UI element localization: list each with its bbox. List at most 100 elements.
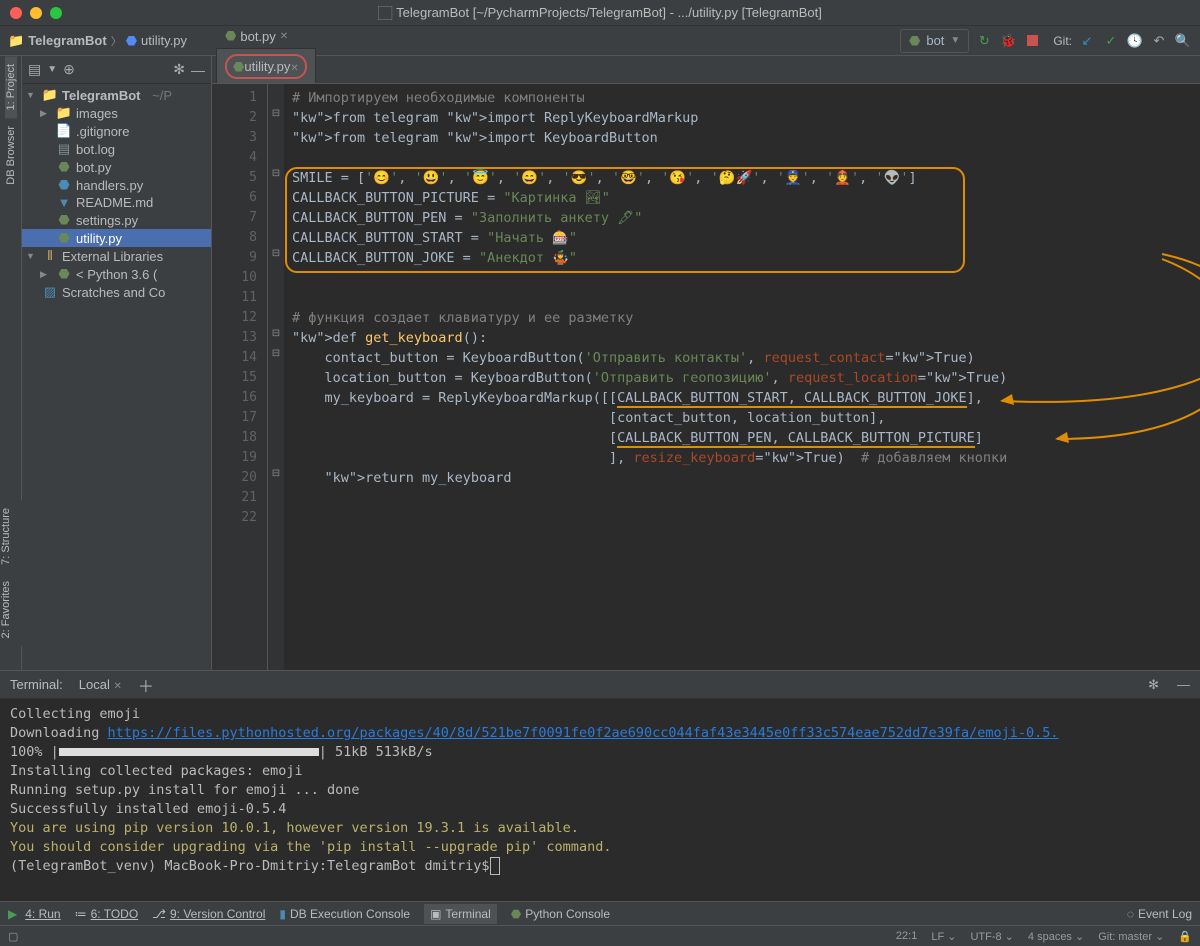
bottom-tool-bar: ▶​4: Run ≔ 6: TODO ⎇ 9: Version Control … xyxy=(0,901,1200,925)
tree-item-handlers-py[interactable]: ⬣handlers.py xyxy=(22,176,211,194)
cursor-position[interactable]: 22:1 xyxy=(896,930,917,943)
breadcrumb-project[interactable]: TelegramBot xyxy=(28,33,107,48)
chevron-down-icon: ▼ xyxy=(950,35,960,46)
terminal-line: You are using pip version 10.0.1, howeve… xyxy=(10,819,1190,838)
terminal-header: Terminal: Local ✕ ＋ ✻ — xyxy=(0,671,1200,699)
collapse-icon[interactable]: — xyxy=(191,62,205,78)
code-line[interactable]: "kw">return my_keyboard xyxy=(292,468,1192,488)
breadcrumb[interactable]: 📁 TelegramBot 〉 ⬣ utility.py xyxy=(8,33,187,49)
search-icon[interactable]: 🔍 xyxy=(1174,32,1192,50)
code-line[interactable] xyxy=(292,148,1192,168)
run-icon[interactable]: ↻ xyxy=(975,32,993,50)
close-icon[interactable]: ✕ xyxy=(280,31,288,42)
lock-readonly-icon[interactable]: 🔒 xyxy=(1178,930,1192,943)
code-line[interactable] xyxy=(292,268,1192,288)
terminal-line: Installing collected packages: emoji xyxy=(10,762,1190,781)
tool-windows-icon[interactable]: ▢ xyxy=(8,930,18,943)
terminal-title: Terminal: xyxy=(10,677,63,692)
event-log-button[interactable]: ◌ Event Log xyxy=(1127,907,1192,921)
tree-item-utility-py[interactable]: ⬣utility.py xyxy=(22,229,211,247)
terminal-tool-button[interactable]: ▣ Terminal xyxy=(424,904,497,924)
run-config-selector[interactable]: ⬣ bot ▼ xyxy=(900,29,969,53)
vcs-tool-button[interactable]: ⎇ 9: Version Control xyxy=(152,907,265,921)
fold-gutter[interactable]: ⊟⊟⊟⊟⊟⊟ xyxy=(268,84,284,670)
minimize-window-icon[interactable] xyxy=(30,7,42,19)
code-line[interactable]: # Импортируем необходимые компоненты xyxy=(292,88,1192,108)
terminal-body[interactable]: Collecting emoji Downloading https://fil… xyxy=(0,699,1200,882)
tree-item-images[interactable]: ▶📁images xyxy=(22,104,211,122)
close-icon[interactable]: ✕ xyxy=(290,63,298,74)
close-window-icon[interactable] xyxy=(10,7,22,19)
code-line[interactable]: "kw">from telegram "kw">import ReplyKeyb… xyxy=(292,108,1192,128)
scratches-node[interactable]: ▨Scratches and Co xyxy=(22,283,211,301)
project-tree[interactable]: ▼📁TelegramBot ~/P ▶📁images📄.gitignore▤bo… xyxy=(22,84,211,303)
run-config-label: bot xyxy=(926,33,944,48)
breadcrumb-file[interactable]: utility.py xyxy=(141,33,187,48)
gear-icon[interactable]: ✻ xyxy=(1148,677,1159,693)
python-sdk-node[interactable]: ▶⬣< Python 3.6 ( xyxy=(22,265,211,283)
code-line[interactable] xyxy=(292,288,1192,308)
db-browser-tool-button[interactable]: DB Browser xyxy=(5,118,17,193)
indent[interactable]: 4 spaces ⌄ xyxy=(1028,930,1084,943)
code-line[interactable] xyxy=(292,508,1192,528)
external-libraries-node[interactable]: ▼⫴External Libraries xyxy=(22,247,211,265)
terminal-prompt[interactable]: (TelegramBot_venv) MacBook-Pro-Dmitriy:T… xyxy=(10,857,1190,876)
tree-item-bot-log[interactable]: ▤bot.log xyxy=(22,140,211,158)
structure-tool-button[interactable]: 7: Structure xyxy=(0,500,12,573)
favorites-tool-button[interactable]: 2: Favorites xyxy=(0,573,12,646)
stop-icon[interactable] xyxy=(1023,32,1041,50)
tree-item-README-md[interactable]: ▼README.md xyxy=(22,194,211,211)
commit-icon[interactable]: ✓ xyxy=(1102,32,1120,50)
tree-item--gitignore[interactable]: 📄.gitignore xyxy=(22,122,211,140)
code-line[interactable]: ], resize_keyboard="kw">True) # добавляе… xyxy=(292,448,1192,468)
history-icon[interactable]: 🕓 xyxy=(1126,32,1144,50)
line-gutter[interactable]: 12345678910111213141516171819202122 xyxy=(212,84,268,670)
terminal-tab-local[interactable]: Local ✕ xyxy=(73,675,128,694)
project-tool-button[interactable]: 1: Project xyxy=(5,56,17,118)
add-terminal-button[interactable]: ＋ xyxy=(138,673,154,697)
tree-item-settings-py[interactable]: ⬣settings.py xyxy=(22,211,211,229)
gear-icon[interactable]: ✻ xyxy=(173,61,185,78)
code-line[interactable]: "kw">def get_keyboard(): xyxy=(292,328,1192,348)
code-line[interactable]: [contact_button, location_button], xyxy=(292,408,1192,428)
python-console-tool-button[interactable]: ⬣ Python Console xyxy=(511,907,610,921)
code-line[interactable]: location_button = KeyboardButton('Отправ… xyxy=(292,368,1192,388)
code-line[interactable]: CALLBACK_BUTTON_START = "Начать 🎰" xyxy=(292,228,1192,248)
app-icon xyxy=(378,6,392,20)
git-branch[interactable]: Git: master ⌄ xyxy=(1098,930,1164,943)
update-project-icon[interactable]: ↙ xyxy=(1078,32,1096,50)
encoding[interactable]: UTF-8 ⌄ xyxy=(970,930,1013,943)
code-line[interactable]: CALLBACK_BUTTON_PEN = "Заполнить анкету … xyxy=(292,208,1192,228)
traffic-lights xyxy=(0,7,62,19)
db-console-tool-button[interactable]: ▮ DB Execution Console xyxy=(279,907,410,921)
code-editor[interactable]: # Импортируем необходимые компоненты"kw"… xyxy=(284,84,1200,670)
line-sep[interactable]: LF ⌄ xyxy=(931,930,956,943)
revert-icon[interactable]: ↶ xyxy=(1150,32,1168,50)
maximize-window-icon[interactable] xyxy=(50,7,62,19)
code-line[interactable]: contact_button = KeyboardButton('Отправи… xyxy=(292,348,1192,368)
chevron-down-icon[interactable]: ▼ xyxy=(47,64,57,75)
code-line[interactable]: "kw">from telegram "kw">import KeyboardB… xyxy=(292,128,1192,148)
code-line[interactable]: # функция создает клавиатуру и ее размет… xyxy=(292,308,1192,328)
code-line[interactable]: SMILE = ['😊', '😃', '😇', '😄', '😎', '🤓', '… xyxy=(292,168,1192,188)
editor-tab-utility-py[interactable]: ⬣utility.py✕ xyxy=(216,48,316,83)
terminal-line: 100% || 51kB 513kB/s xyxy=(10,743,1190,762)
run-tool-button[interactable]: ▶​4: Run xyxy=(8,907,61,921)
titlebar: TelegramBot [~/PycharmProjects/TelegramB… xyxy=(0,0,1200,26)
editor-tabs: ⬣bot.py✕⬣utility.py✕ xyxy=(212,56,1200,84)
todo-tool-button[interactable]: ≔ 6: TODO xyxy=(75,907,139,921)
project-view-icon[interactable]: ▤ xyxy=(28,61,41,78)
git-label: Git: xyxy=(1053,34,1072,48)
code-line[interactable]: [CALLBACK_BUTTON_PEN, CALLBACK_BUTTON_PI… xyxy=(292,428,1192,448)
code-line[interactable] xyxy=(292,488,1192,508)
download-link[interactable]: https://files.pythonhosted.org/packages/… xyxy=(108,725,1059,741)
collapse-panel-icon[interactable]: — xyxy=(1177,677,1190,692)
code-line[interactable]: CALLBACK_BUTTON_PICTURE = "Картинка 🏞" xyxy=(292,188,1192,208)
debug-icon[interactable]: 🐞 xyxy=(999,32,1017,50)
target-icon[interactable]: ⊕ xyxy=(63,61,75,78)
close-icon[interactable]: ✕ xyxy=(113,681,121,692)
tree-item-bot-py[interactable]: ⬣bot.py xyxy=(22,158,211,176)
code-line[interactable]: my_keyboard = ReplyKeyboardMarkup([[CALL… xyxy=(292,388,1192,408)
tree-root[interactable]: ▼📁TelegramBot ~/P xyxy=(22,86,211,104)
code-line[interactable]: CALLBACK_BUTTON_JOKE = "Анекдот 🤹" xyxy=(292,248,1192,268)
